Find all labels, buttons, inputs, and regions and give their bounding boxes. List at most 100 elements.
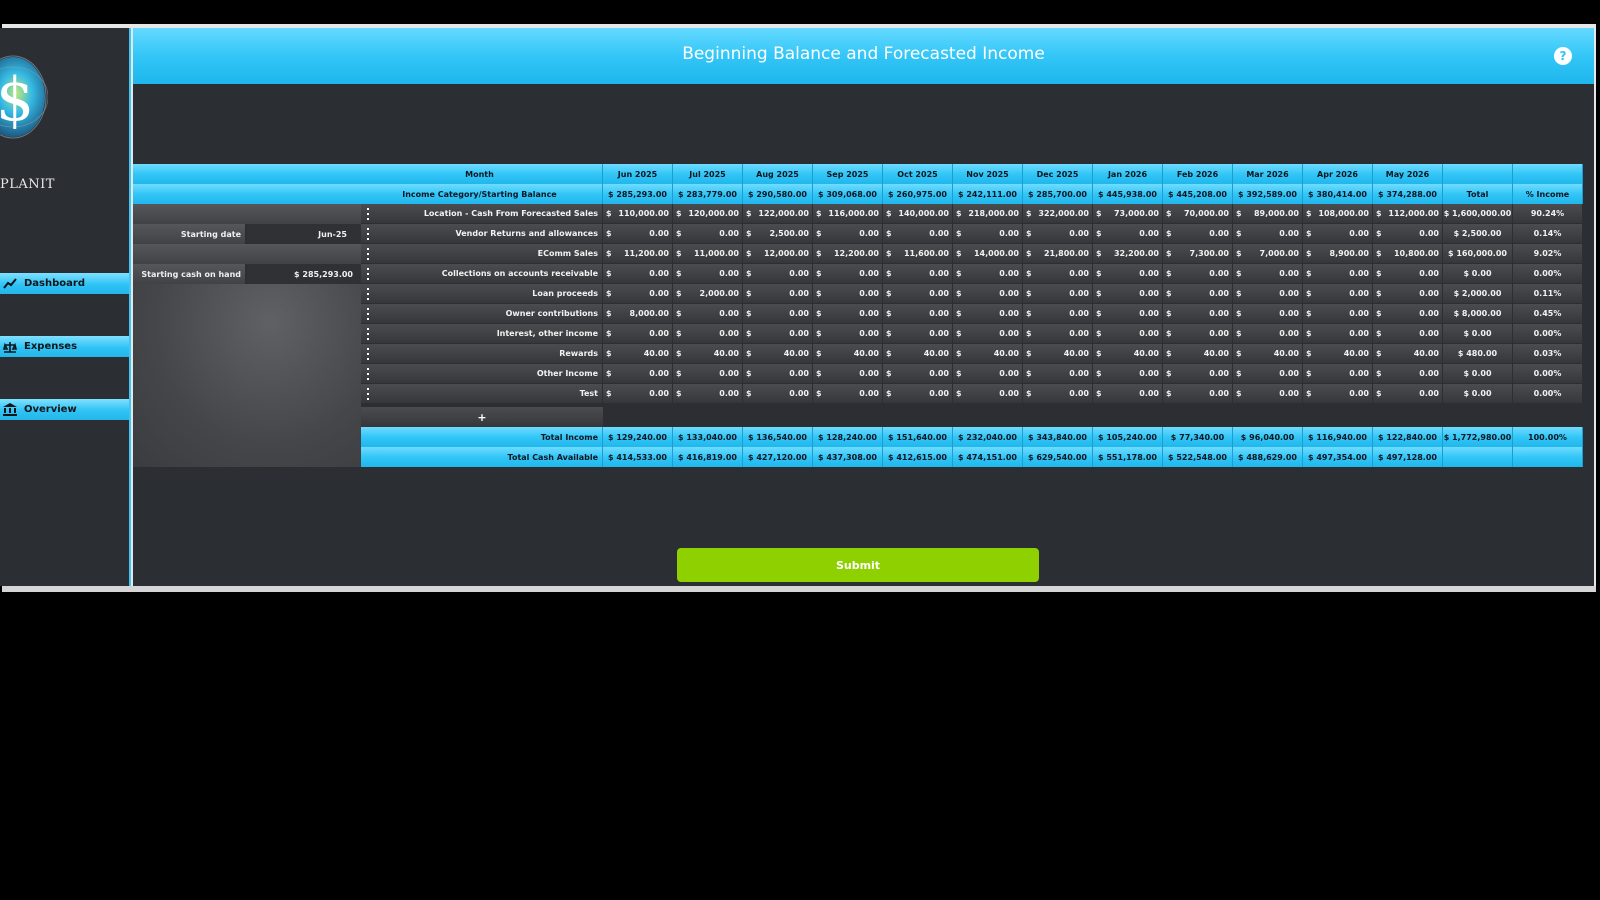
month-value-cell[interactable]: $89,000.00	[1233, 204, 1303, 224]
month-value-cell[interactable]: $40.00	[953, 344, 1023, 364]
month-value-cell[interactable]: $0.00	[1303, 304, 1373, 324]
month-value-cell[interactable]: $0.00	[1023, 384, 1093, 404]
month-value-cell[interactable]: $0.00	[953, 284, 1023, 304]
month-value-cell[interactable]: $0.00	[743, 304, 813, 324]
month-value-cell[interactable]: $0.00	[1163, 324, 1233, 344]
month-value-cell[interactable]: $0.00	[1163, 384, 1233, 404]
month-value-cell[interactable]: $0.00	[953, 224, 1023, 244]
month-value-cell[interactable]: $0.00	[1093, 324, 1163, 344]
starting-date-input[interactable]: Jun-25	[245, 224, 361, 244]
add-row-button[interactable]: +	[361, 407, 603, 427]
row-menu-icon[interactable]	[367, 248, 370, 260]
sidebar-item-overview[interactable]: Overview	[0, 399, 129, 420]
month-value-cell[interactable]: $0.00	[1373, 224, 1443, 244]
month-value-cell[interactable]: $7,000.00	[1233, 244, 1303, 264]
month-value-cell[interactable]: $0.00	[1373, 364, 1443, 384]
month-value-cell[interactable]: $0.00	[1163, 264, 1233, 284]
month-value-cell[interactable]: $0.00	[1023, 224, 1093, 244]
month-value-cell[interactable]: $0.00	[603, 324, 673, 344]
row-label[interactable]: Location - Cash From Forecasted Sales	[361, 204, 603, 224]
row-menu-icon[interactable]	[367, 228, 370, 240]
row-menu-icon[interactable]	[367, 348, 370, 360]
month-value-cell[interactable]: $0.00	[743, 364, 813, 384]
month-value-cell[interactable]: $8,900.00	[1303, 244, 1373, 264]
month-value-cell[interactable]: $70,000.00	[1163, 204, 1233, 224]
month-value-cell[interactable]: $0.00	[1233, 264, 1303, 284]
month-value-cell[interactable]: $0.00	[673, 384, 743, 404]
month-value-cell[interactable]: $0.00	[813, 384, 883, 404]
month-value-cell[interactable]: $11,000.00	[673, 244, 743, 264]
row-menu-icon[interactable]	[367, 368, 370, 380]
row-label[interactable]: Rewards	[361, 344, 603, 364]
month-value-cell[interactable]: $0.00	[743, 324, 813, 344]
month-value-cell[interactable]: $40.00	[1163, 344, 1233, 364]
month-value-cell[interactable]: $218,000.00	[953, 204, 1023, 224]
month-value-cell[interactable]: $0.00	[1163, 364, 1233, 384]
row-menu-icon[interactable]	[367, 328, 370, 340]
month-value-cell[interactable]: $0.00	[883, 324, 953, 344]
month-value-cell[interactable]: $12,200.00	[813, 244, 883, 264]
month-value-cell[interactable]: $0.00	[673, 264, 743, 284]
month-value-cell[interactable]: $0.00	[603, 284, 673, 304]
month-value-cell[interactable]: $40.00	[673, 344, 743, 364]
month-value-cell[interactable]: $0.00	[673, 224, 743, 244]
month-value-cell[interactable]: $0.00	[1373, 264, 1443, 284]
month-value-cell[interactable]: $40.00	[1023, 344, 1093, 364]
sidebar-item-dashboard[interactable]: Dashboard	[0, 273, 129, 294]
month-value-cell[interactable]: $40.00	[1373, 344, 1443, 364]
month-value-cell[interactable]: $0.00	[603, 364, 673, 384]
month-value-cell[interactable]: $108,000.00	[1303, 204, 1373, 224]
month-value-cell[interactable]: $0.00	[1233, 304, 1303, 324]
month-value-cell[interactable]: $0.00	[1233, 384, 1303, 404]
month-value-cell[interactable]: $0.00	[1093, 224, 1163, 244]
row-label[interactable]: Other Income	[361, 364, 603, 384]
row-menu-icon[interactable]	[367, 208, 370, 220]
month-value-cell[interactable]: $11,200.00	[603, 244, 673, 264]
month-value-cell[interactable]: $7,300.00	[1163, 244, 1233, 264]
month-value-cell[interactable]: $40.00	[1233, 344, 1303, 364]
month-value-cell[interactable]: $14,000.00	[953, 244, 1023, 264]
month-value-cell[interactable]: $0.00	[953, 264, 1023, 284]
month-value-cell[interactable]: $40.00	[1303, 344, 1373, 364]
month-value-cell[interactable]: $0.00	[883, 304, 953, 324]
month-value-cell[interactable]: $0.00	[673, 304, 743, 324]
month-value-cell[interactable]: $0.00	[1233, 284, 1303, 304]
month-value-cell[interactable]: $0.00	[1023, 364, 1093, 384]
month-value-cell[interactable]: $110,000.00	[603, 204, 673, 224]
month-value-cell[interactable]: $0.00	[1303, 324, 1373, 344]
month-value-cell[interactable]: $0.00	[1023, 304, 1093, 324]
month-value-cell[interactable]: $0.00	[953, 324, 1023, 344]
month-value-cell[interactable]: $0.00	[603, 384, 673, 404]
month-value-cell[interactable]: $0.00	[1303, 264, 1373, 284]
month-value-cell[interactable]: $140,000.00	[883, 204, 953, 224]
row-label[interactable]: Collections on accounts receivable	[361, 264, 603, 284]
month-value-cell[interactable]: $0.00	[1303, 284, 1373, 304]
month-value-cell[interactable]: $40.00	[813, 344, 883, 364]
row-label[interactable]: Owner contributions	[361, 304, 603, 324]
month-value-cell[interactable]: $0.00	[1233, 224, 1303, 244]
month-value-cell[interactable]: $0.00	[883, 224, 953, 244]
month-value-cell[interactable]: $0.00	[953, 384, 1023, 404]
month-value-cell[interactable]: $11,600.00	[883, 244, 953, 264]
month-value-cell[interactable]: $0.00	[813, 224, 883, 244]
month-value-cell[interactable]: $0.00	[1093, 284, 1163, 304]
month-value-cell[interactable]: $0.00	[1303, 224, 1373, 244]
month-value-cell[interactable]: $73,000.00	[1093, 204, 1163, 224]
month-value-cell[interactable]: $0.00	[743, 264, 813, 284]
month-value-cell[interactable]: $0.00	[603, 264, 673, 284]
month-value-cell[interactable]: $40.00	[1093, 344, 1163, 364]
month-value-cell[interactable]: $0.00	[883, 284, 953, 304]
month-value-cell[interactable]: $0.00	[1373, 284, 1443, 304]
row-menu-icon[interactable]	[367, 308, 370, 320]
month-value-cell[interactable]: $0.00	[1163, 284, 1233, 304]
month-value-cell[interactable]: $0.00	[673, 324, 743, 344]
month-value-cell[interactable]: $0.00	[673, 364, 743, 384]
month-value-cell[interactable]: $0.00	[813, 304, 883, 324]
month-value-cell[interactable]: $0.00	[1163, 304, 1233, 324]
month-value-cell[interactable]: $112,000.00	[1373, 204, 1443, 224]
sidebar-item-expenses[interactable]: Expenses	[0, 336, 129, 357]
month-value-cell[interactable]: $0.00	[883, 364, 953, 384]
row-label[interactable]: Interest, other income	[361, 324, 603, 344]
month-value-cell[interactable]: $10,800.00	[1373, 244, 1443, 264]
month-value-cell[interactable]: $322,000.00	[1023, 204, 1093, 224]
